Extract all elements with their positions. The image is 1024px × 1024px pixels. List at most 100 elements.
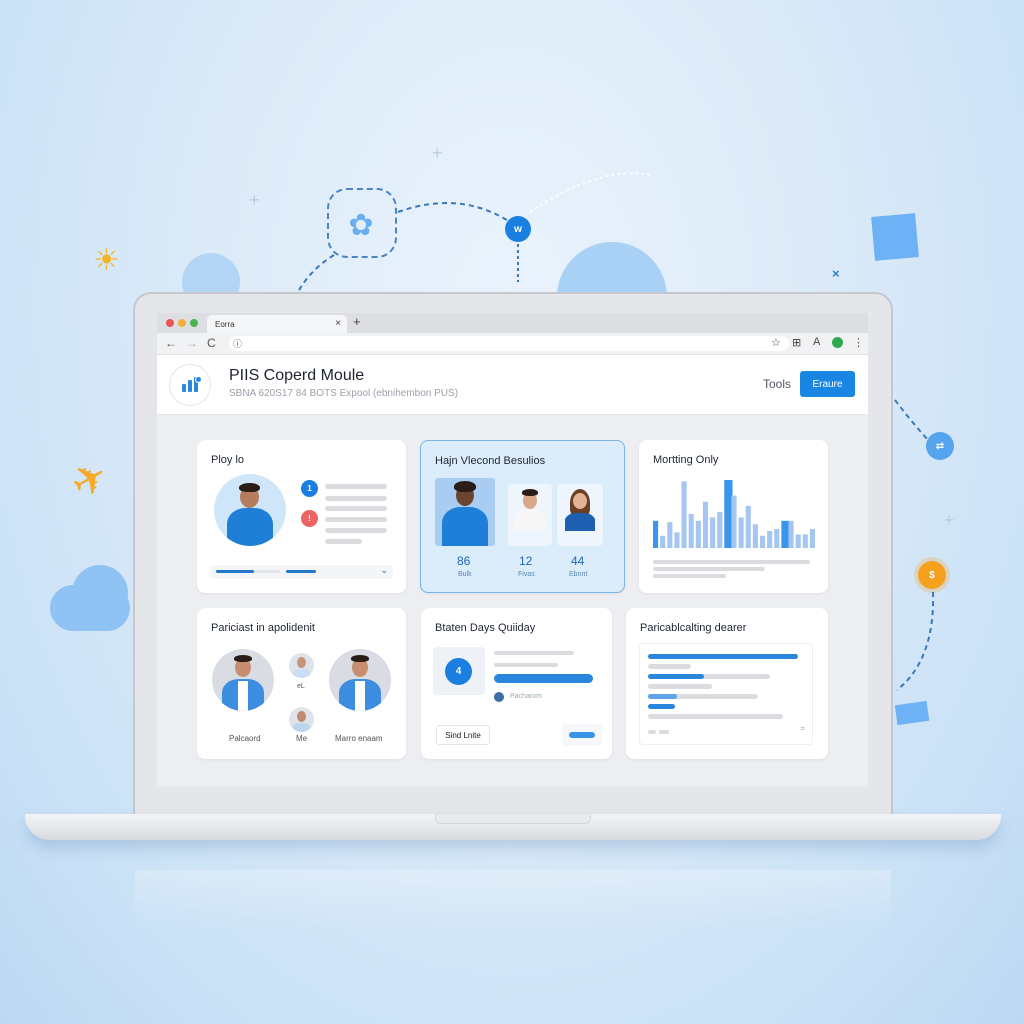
participants-card: Pariciast in apolidenit Palcaord eL Me M… — [197, 608, 406, 759]
stat-value: 44 — [571, 554, 585, 568]
profile-card: Ploy lo 1 ! ⌄ — [197, 440, 406, 593]
browser-window: Eorra × + ← → C ⓘ ☆ ⊞ A ⋮ PIIS Coperd Mo… — [157, 313, 868, 787]
chart-bar — [717, 511, 723, 548]
chart-bar — [795, 534, 801, 548]
chart-bar — [710, 517, 716, 548]
address-bar[interactable]: ⓘ — [229, 336, 789, 351]
progress-bar — [648, 704, 675, 709]
results-card[interactable]: Hajn Vlecond Besulios 86 Bulk 12 Fivas 4… — [420, 440, 625, 593]
alert-badge: ! — [301, 510, 318, 527]
card-title: Hajn Vlecond Besulios — [435, 455, 546, 467]
card-title: Ploy lo — [211, 454, 245, 466]
card-title: Btaten Days Quiiday — [435, 622, 536, 634]
chart-bar — [759, 535, 766, 548]
participant-avatar[interactable] — [329, 649, 391, 711]
progress-bar — [216, 570, 280, 573]
monthly-chart-card: Mortting Only — [639, 440, 828, 593]
profile-icon[interactable]: A — [813, 336, 820, 348]
progress-strip: ⌄ — [211, 565, 393, 579]
tab-title: Eorra — [215, 320, 235, 329]
chart-bar — [802, 534, 808, 548]
forward-arrow-icon[interactable]: → — [186, 336, 198, 350]
send-invite-button[interactable]: Sind Lnite — [436, 725, 490, 745]
close-window-button[interactable] — [166, 319, 174, 327]
page-subtitle: SBNA 620S17 84 BOTS Expool (ebnihembon P… — [229, 388, 459, 399]
progress-fill — [216, 570, 255, 573]
account-icon[interactable] — [832, 337, 843, 348]
menu-icon[interactable]: ⋮ — [853, 336, 864, 349]
maximize-window-button[interactable] — [190, 319, 198, 327]
chart-bar — [653, 520, 659, 548]
page-title: PIIS Coperd Moule — [229, 367, 365, 384]
chart-bar — [702, 501, 709, 548]
navigation-bar: ← → C ⓘ ☆ ⊞ A ⋮ — [157, 333, 868, 355]
chart-bar — [767, 531, 773, 548]
result-photo — [557, 484, 603, 546]
app-logo-icon — [169, 364, 211, 406]
days-card: Btaten Days Quiiday 4 Pacharom Sind Lnit… — [421, 608, 612, 759]
participant-label: eL — [297, 683, 305, 690]
site-info-icon[interactable]: ⓘ — [233, 337, 242, 350]
participant-label: Palcaord — [229, 734, 261, 743]
profile-avatar — [214, 474, 286, 546]
progress-bar — [648, 674, 704, 679]
participant-label: Marro enaam — [335, 734, 383, 743]
chart-bar — [667, 522, 673, 548]
chart-title: Mortting Only — [653, 454, 719, 466]
chart-bar — [660, 535, 666, 548]
chart-bar — [688, 514, 694, 548]
tag-icon[interactable]: ⌗ — [800, 724, 805, 734]
step-one-badge: 1 — [301, 480, 318, 497]
back-arrow-icon[interactable]: ← — [165, 336, 177, 350]
minimize-window-button[interactable] — [178, 319, 186, 327]
stat-value: 12 — [519, 554, 533, 568]
chart-bar — [674, 532, 680, 548]
bars-panel: ⌗ — [639, 643, 813, 745]
chart-bar — [695, 520, 701, 548]
result-photo — [435, 478, 495, 546]
chart-bar — [788, 520, 794, 548]
chart-bar — [745, 505, 751, 548]
reload-icon[interactable]: C — [207, 336, 216, 350]
chart-bar — [681, 481, 687, 548]
browser-tab[interactable]: Eorra × — [207, 315, 347, 333]
chart-bar — [774, 528, 780, 548]
tab-bar: Eorra × + — [157, 313, 868, 333]
bar-chart — [653, 480, 815, 548]
progress-bar — [648, 694, 677, 699]
primary-button[interactable]: Eraure — [800, 371, 855, 397]
participant-avatar[interactable] — [289, 707, 314, 732]
progress-bar — [648, 654, 798, 659]
day-progress-bar — [494, 674, 593, 683]
chevron-down-icon[interactable]: ⌄ — [380, 565, 388, 576]
progress-bar-secondary — [286, 570, 316, 573]
chart-bar — [738, 517, 744, 548]
chart-bar — [781, 520, 790, 548]
extension-icon[interactable]: ⊞ — [792, 336, 801, 349]
laptop-reflection — [135, 870, 891, 930]
meta-label: Pacharom — [510, 693, 542, 700]
stat-value: 86 — [457, 554, 471, 568]
tools-link[interactable]: Tools — [763, 377, 791, 391]
day-badge-icon: 4 — [445, 658, 472, 685]
participant-avatar[interactable] — [212, 649, 274, 711]
app-header: PIIS Coperd Moule SBNA 620S17 84 BOTS Ex… — [157, 355, 868, 415]
participant-avatar[interactable] — [289, 653, 314, 678]
result-photo — [508, 484, 552, 546]
chart-bar — [752, 524, 758, 548]
action-pill-button[interactable] — [562, 724, 602, 746]
card-title: Pariciast in apolidenit — [211, 622, 315, 634]
stat-label: Fivas — [518, 571, 535, 578]
participant-label: Me — [296, 734, 308, 743]
laptop-notch — [435, 814, 591, 824]
meta-avatar-icon — [494, 692, 504, 702]
stat-label: Ebnnt — [569, 571, 588, 578]
publicating-card: Paricablcalting dearer ⌗ — [626, 608, 828, 759]
card-title: Paricablcalting dearer — [640, 622, 747, 634]
tab-close-icon[interactable]: × — [335, 318, 341, 329]
stat-label: Bulk — [458, 571, 472, 578]
star-icon[interactable]: ☆ — [771, 336, 781, 349]
new-tab-button[interactable]: + — [353, 314, 361, 329]
chart-bar — [731, 495, 737, 548]
chart-bar — [724, 480, 733, 548]
